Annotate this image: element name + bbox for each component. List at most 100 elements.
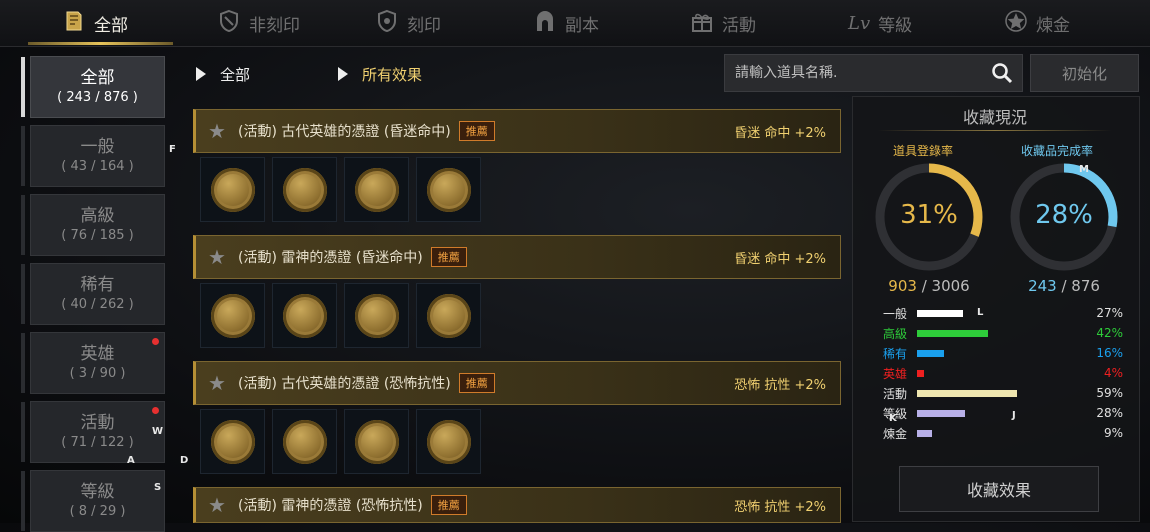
tab-label: 煉金	[1036, 15, 1070, 36]
item-slot[interactable]	[200, 283, 265, 348]
shield-engrave-icon	[375, 9, 399, 38]
panel-title: 收藏現況	[962, 108, 1027, 127]
collection-name: (活動) 雷神的憑證 (恐怖抗性)	[238, 498, 423, 514]
key-hint-label: L	[977, 307, 984, 318]
count-current: 903	[888, 277, 917, 295]
collection-effect-button[interactable]: 收藏效果	[899, 466, 1099, 512]
category-count: ( 43 / 164 )	[61, 159, 134, 174]
medal-icon	[210, 293, 255, 338]
collection-effect: 恐怖 抗性 +2%	[734, 377, 826, 393]
star-icon[interactable]: ★	[208, 119, 230, 143]
key-hint-label: A	[127, 455, 135, 466]
item-slot[interactable]	[200, 409, 265, 474]
tab-engraved[interactable]: 刻印	[375, 0, 441, 46]
item-slot[interactable]	[416, 157, 481, 222]
tab-non-engraved[interactable]: 非刻印	[217, 0, 300, 46]
grade-name: 一般	[883, 306, 908, 321]
collection-name: (活動) 古代英雄的憑證 (昏迷命中)	[238, 124, 451, 140]
ring-label-registration: 道具登錄率	[893, 144, 954, 158]
collection-entry-header[interactable]: ★ (活動) 古代英雄的憑證 (恐怖抗性) 推薦 恐怖 抗性 +2%	[193, 361, 841, 405]
selection-marker	[21, 333, 25, 393]
grade-stat-row: 煉金 9%	[883, 424, 1123, 442]
collection-entry-header[interactable]: ★ (活動) 雷神的憑證 (恐怖抗性) 推薦 恐怖 抗性 +2%	[193, 487, 841, 523]
tab-label: 副本	[565, 15, 599, 36]
sidebar-item-rare[interactable]: 稀有 ( 40 / 262 )	[21, 263, 165, 325]
item-slot[interactable]	[416, 409, 481, 474]
tab-all[interactable]: 全部	[62, 0, 128, 46]
selection-marker	[21, 264, 25, 324]
grade-name: 煉金	[883, 426, 908, 441]
tab-label: 等級	[878, 15, 913, 36]
sidebar-item-all[interactable]: 全部 ( 243 / 876 )	[21, 56, 165, 118]
sidebar-item-normal[interactable]: 一般 ( 43 / 164 )	[21, 125, 165, 187]
grade-progress-bar	[917, 409, 965, 417]
play-triangle-icon	[196, 67, 206, 81]
selection-marker	[21, 126, 25, 186]
grade-stat-row: 一般 27%	[883, 304, 1123, 322]
key-hint-label: K	[889, 413, 897, 424]
item-slot[interactable]	[344, 283, 409, 348]
grade-percent: 28%	[1096, 406, 1123, 420]
grade-percent: 4%	[1103, 366, 1123, 380]
grade-stat-row: 活動 59%	[883, 384, 1123, 402]
category-count: ( 71 / 122 )	[61, 435, 134, 450]
medal-icon	[210, 167, 255, 212]
sidebar-item-event[interactable]: 活動 ( 71 / 122 )	[21, 401, 165, 463]
key-hint-label: S	[154, 482, 162, 493]
recommend-badge: 推薦	[458, 121, 495, 141]
item-slot[interactable]	[200, 157, 265, 222]
tab-event[interactable]: 活動	[690, 0, 756, 46]
selection-marker	[21, 195, 25, 255]
selection-marker	[21, 402, 25, 462]
item-slot[interactable]	[272, 157, 337, 222]
selection-marker	[21, 471, 25, 531]
recommend-badge: 推薦	[458, 373, 495, 393]
grade-stat-row: 稀有 16%	[883, 344, 1123, 362]
category-count: ( 3 / 90 )	[69, 366, 126, 381]
completion-percent: 28%	[1035, 200, 1093, 230]
notification-dot	[152, 407, 159, 414]
grade-percent: 16%	[1096, 346, 1123, 360]
count-total: / 3006	[916, 277, 970, 295]
grade-percent: 9%	[1103, 426, 1123, 440]
sidebar-item-advanced[interactable]: 高級 ( 76 / 185 )	[21, 194, 165, 256]
completion-count: 243 / 876	[994, 277, 1134, 295]
item-slot[interactable]	[344, 409, 409, 474]
effect-filter-dropdown[interactable]: 所有效果	[338, 60, 422, 88]
medal-icon	[282, 167, 327, 212]
key-hint-label: J	[1012, 410, 1016, 421]
item-slot[interactable]	[416, 283, 481, 348]
collection-entry-header[interactable]: ★ (活動) 古代英雄的憑證 (昏迷命中) 推薦 昏迷 命中 +2%	[193, 109, 841, 153]
medal-icon	[354, 167, 399, 212]
tab-label: 全部	[94, 15, 128, 36]
reset-button[interactable]: 初始化	[1030, 54, 1139, 92]
search-icon[interactable]	[990, 61, 1014, 89]
divider	[878, 130, 1112, 131]
play-triangle-icon	[338, 67, 348, 81]
item-slot[interactable]	[272, 283, 337, 348]
star-icon[interactable]: ★	[208, 245, 230, 269]
item-slot[interactable]	[344, 157, 409, 222]
item-slot-row	[200, 283, 481, 348]
key-hint-label: W	[152, 426, 164, 437]
tab-alchemy[interactable]: 煉金	[1004, 0, 1070, 46]
registration-count: 903 / 3006	[859, 277, 999, 295]
medal-icon	[210, 419, 255, 464]
active-tab-underline	[28, 42, 173, 45]
selection-marker	[21, 57, 25, 117]
star-icon[interactable]: ★	[208, 371, 230, 395]
sidebar-item-hero[interactable]: 英雄 ( 3 / 90 )	[21, 332, 165, 394]
count-total: / 876	[1056, 277, 1100, 295]
category-filter-dropdown[interactable]: 全部	[196, 60, 250, 88]
recommend-badge: 推薦	[430, 495, 467, 515]
search-input[interactable]	[725, 64, 987, 82]
grade-percent: 27%	[1096, 306, 1123, 320]
item-slot[interactable]	[272, 409, 337, 474]
tab-level[interactable]: Lv 等級	[848, 0, 912, 46]
category-filter-label: 全部	[220, 65, 251, 84]
tab-dungeon[interactable]: 副本	[533, 0, 599, 46]
star-icon[interactable]: ★	[208, 493, 230, 517]
grade-stat-row: 高級 42%	[883, 324, 1123, 342]
collection-name: (活動) 古代英雄的憑證 (恐怖抗性)	[238, 376, 451, 392]
collection-entry-header[interactable]: ★ (活動) 雷神的憑證 (昏迷命中) 推薦 昏迷 命中 +2%	[193, 235, 841, 279]
